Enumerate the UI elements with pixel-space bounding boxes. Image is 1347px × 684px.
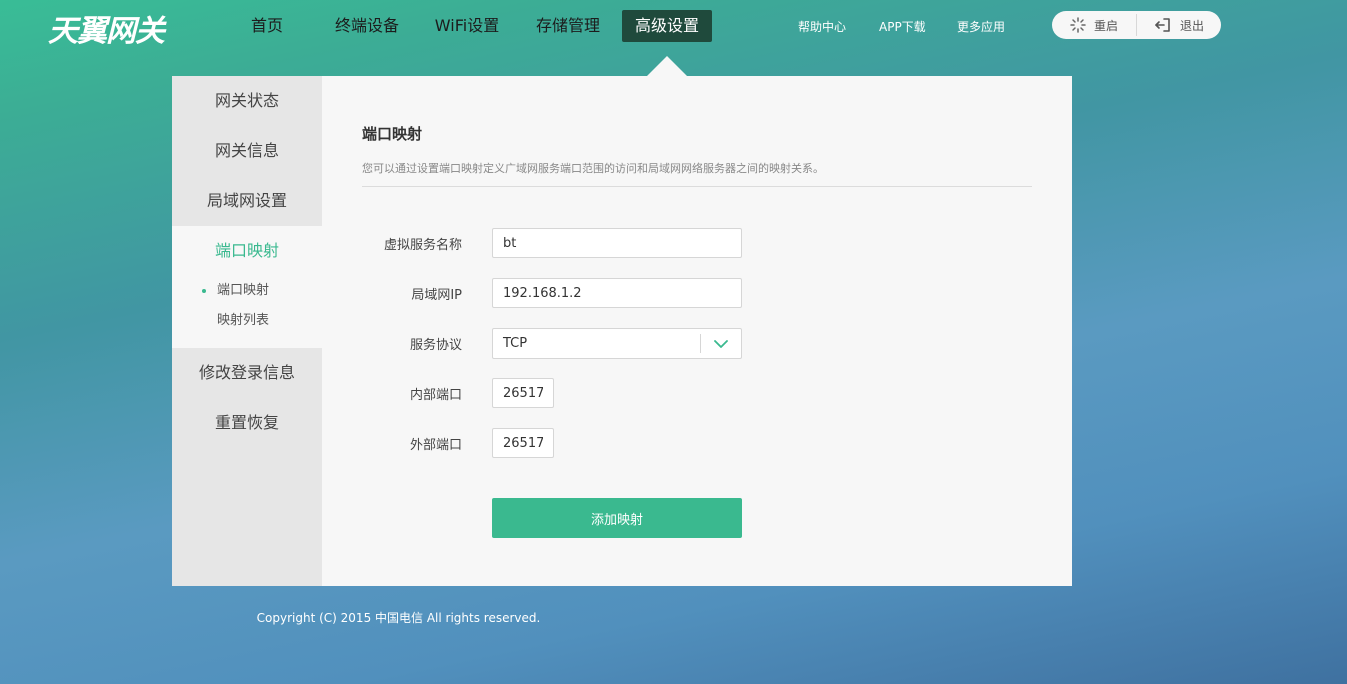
more-apps-link[interactable]: 更多应用: [957, 18, 1005, 35]
page-title: 端口映射: [362, 125, 423, 143]
protocol-label: 服务协议: [409, 338, 462, 353]
lan-ip-input[interactable]: [492, 278, 742, 308]
sidebar-item-lan-settings[interactable]: 局域网设置: [172, 176, 322, 226]
logout-label: 退出: [1179, 18, 1204, 33]
logo: 天翼网关: [48, 14, 165, 49]
copyright-footer: Copyright (C) 2015 中国电信 All rights reser…: [256, 611, 541, 625]
service-name-label: 虚拟服务名称: [383, 238, 462, 253]
nav-advanced[interactable]: 高级设置: [622, 10, 712, 42]
action-pill: 重启 退出: [1052, 11, 1221, 39]
sidebar-item-gateway-info[interactable]: 网关信息: [172, 126, 322, 176]
sidebar: 网关状态 网关信息 局域网设置 端口映射 端口映射 映射列表 修改登录信息 重置…: [172, 76, 322, 586]
service-name-input[interactable]: [492, 228, 742, 258]
help-center-link[interactable]: 帮助中心: [798, 18, 846, 35]
lan-ip-label: 局域网IP: [411, 288, 462, 303]
reboot-label: 重启: [1093, 18, 1118, 33]
protocol-select[interactable]: TCP: [492, 328, 742, 359]
logout-icon: [1154, 17, 1172, 33]
nav-wifi[interactable]: WiFi设置: [428, 10, 506, 42]
sidebar-subitem-port-mapping[interactable]: 端口映射: [172, 276, 322, 306]
chevron-down-icon: [700, 334, 741, 353]
nav-devices[interactable]: 终端设备: [328, 10, 406, 42]
spinner-icon: [1070, 17, 1086, 33]
logout-button[interactable]: 退出: [1137, 11, 1221, 39]
external-port-label: 外部端口: [409, 438, 462, 453]
main-panel: 网关状态 网关信息 局域网设置 端口映射 端口映射 映射列表 修改登录信息 重置…: [172, 76, 1072, 586]
sidebar-item-gateway-status[interactable]: 网关状态: [172, 76, 322, 126]
sidebar-item-port-mapping[interactable]: 端口映射: [172, 226, 322, 276]
protocol-value: TCP: [503, 336, 528, 351]
external-port-input[interactable]: [492, 428, 554, 458]
section-divider: [362, 186, 1032, 187]
sidebar-item-login-info[interactable]: 修改登录信息: [172, 348, 322, 398]
sidebar-active-group: 端口映射 端口映射 映射列表: [172, 226, 322, 348]
sidebar-item-reset[interactable]: 重置恢复: [172, 398, 322, 448]
nav-storage[interactable]: 存储管理: [529, 10, 607, 42]
page-description: 您可以通过设置端口映射定义广域网服务端口范围的访问和局域网网络服务器之间的映射关…: [362, 162, 824, 175]
add-mapping-button[interactable]: 添加映射: [492, 498, 742, 538]
nav-active-pointer: [647, 56, 687, 76]
internal-port-input[interactable]: [492, 378, 554, 408]
nav-home[interactable]: 首页: [238, 10, 296, 42]
sidebar-subitem-mapping-list[interactable]: 映射列表: [172, 306, 322, 336]
app-download-link[interactable]: APP下载: [879, 18, 926, 35]
reboot-button[interactable]: 重启: [1052, 11, 1136, 39]
content-area: 端口映射 您可以通过设置端口映射定义广域网服务端口范围的访问和局域网网络服务器之…: [322, 76, 1072, 586]
internal-port-label: 内部端口: [409, 388, 462, 403]
